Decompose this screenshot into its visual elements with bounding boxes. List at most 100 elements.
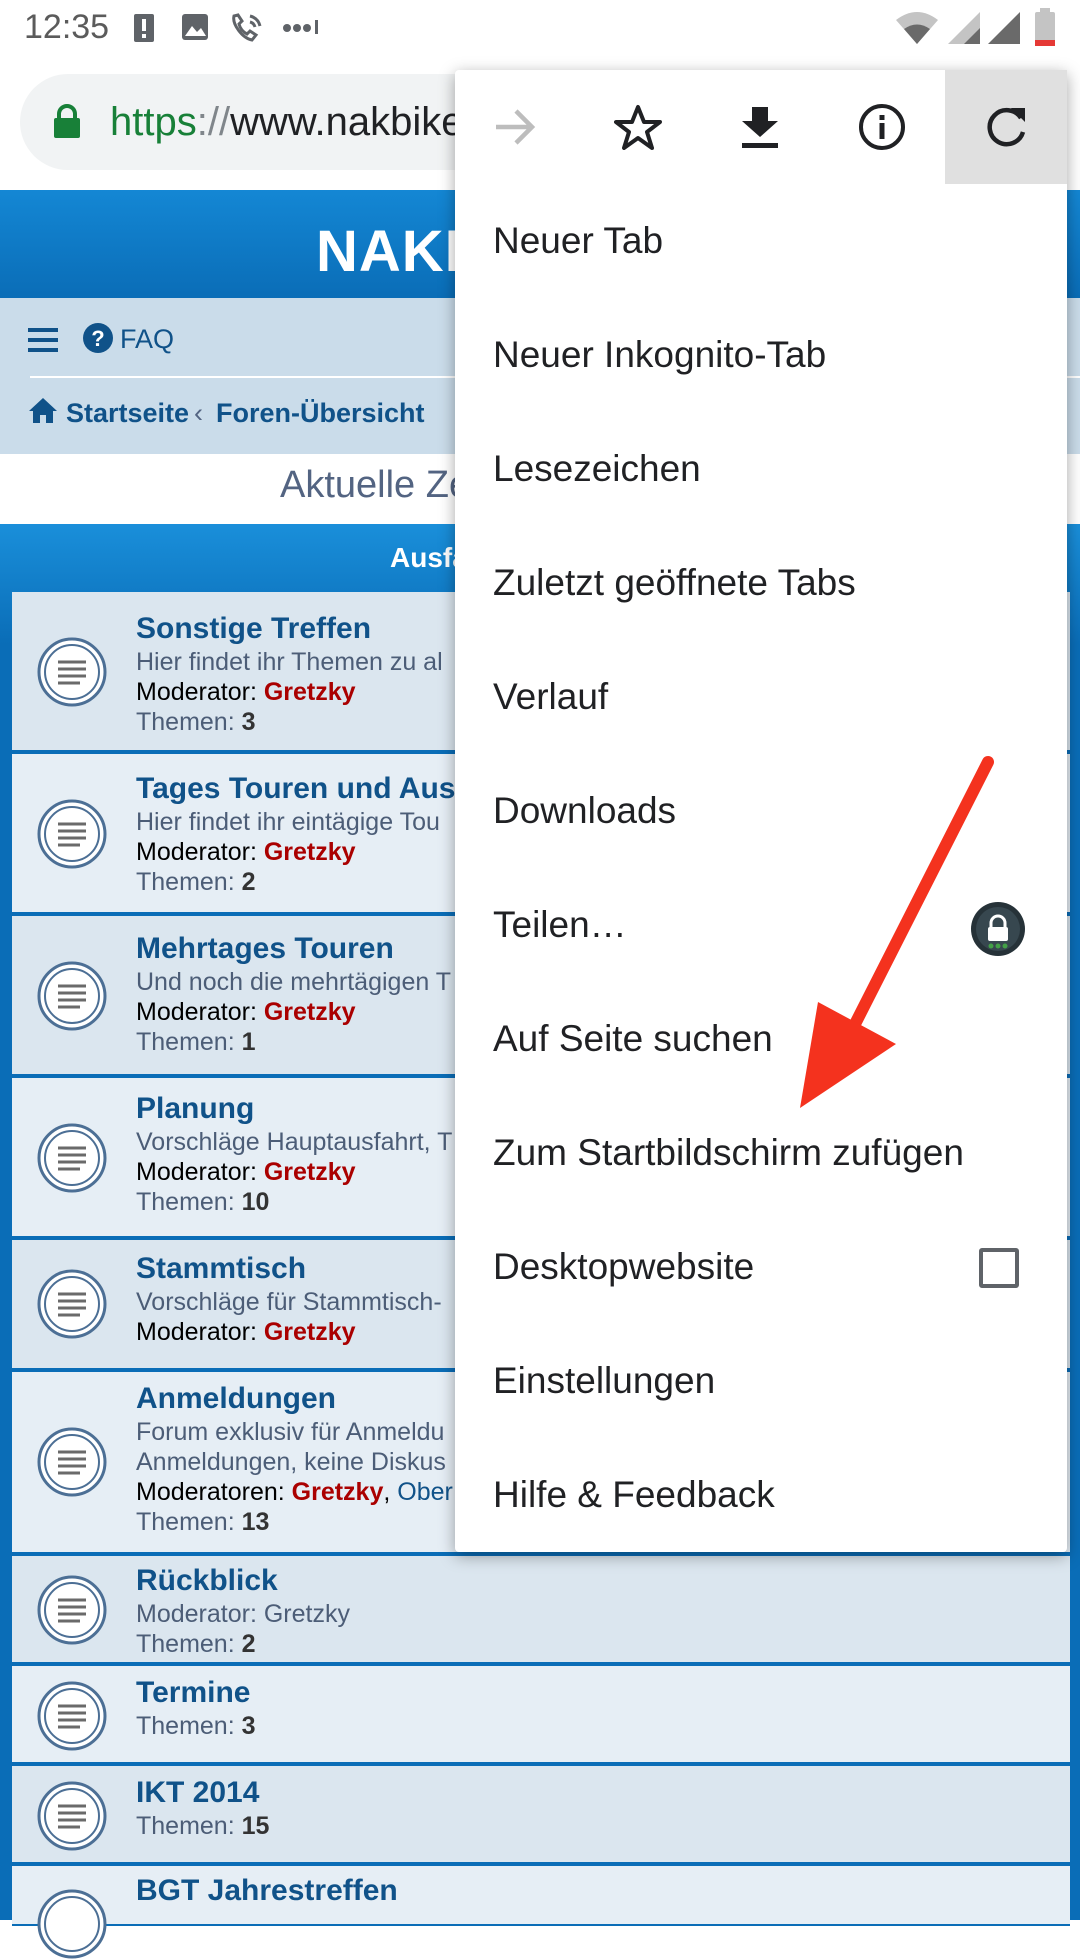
menu-item-help-feedback[interactable]: Hilfe & Feedback [455,1438,1067,1552]
forum-moderator: Moderator: Gretzky [136,838,356,866]
menu-item-label: Hilfe & Feedback [493,1474,775,1515]
more-notifications-icon [283,20,318,34]
forum-moderator: Moderator: Gretzky [136,678,356,706]
menu-item-label: Zuletzt geöffnete Tabs [493,562,856,603]
forum-read-icon [37,1269,107,1339]
forum-read-icon [37,961,107,1031]
menu-item-bookmarks[interactable]: Lesezeichen [455,412,1067,526]
menu-item-history[interactable]: Verlauf [455,640,1067,754]
info-icon [859,104,905,150]
forum-topic-count: Themen: 2 [136,1630,256,1658]
forum-read-icon [37,637,107,707]
menu-item-recent-tabs[interactable]: Zuletzt geöffnete Tabs [455,526,1067,640]
forum-title[interactable]: Sonstige Treffen [136,612,371,646]
signal-icon-2 [988,12,1020,44]
forum-description: Und noch die mehrtägigen T [136,968,452,996]
forum-title[interactable]: Anmeldungen [136,1382,336,1416]
forward-button[interactable] [455,70,577,184]
battery-icon [1035,8,1055,46]
svg-text:?: ? [91,326,104,351]
forum-read-icon [37,1889,107,1959]
menu-item-settings[interactable]: Einstellungen [455,1324,1067,1438]
menu-item-label: Einstellungen [493,1360,716,1401]
status-bar: 12:35 [0,0,1080,56]
wifi-icon [896,12,938,44]
moderator-link[interactable]: Gretzky [264,998,356,1026]
url-scheme: https [110,100,197,144]
menu-item-add-to-home-screen[interactable]: Zum Startbildschirm zufügen [455,1096,1067,1210]
menu-item-new-tab[interactable]: Neuer Tab [455,184,1067,298]
forum-row[interactable]: IKT 2014 Themen: 15 [12,1766,1070,1864]
forum-moderator: Moderatoren: Gretzky, Ober [136,1478,453,1506]
menu-item-label: Desktopwebsite [493,1246,755,1287]
menu-item-label: Teilen… [493,904,627,945]
star-icon [614,105,662,150]
forum-title[interactable]: Rückblick [136,1564,278,1598]
hamburger-menu-icon[interactable] [28,326,60,354]
forum-read-icon [37,1427,107,1497]
forum-title[interactable]: Stammtisch [136,1252,306,1286]
menu-item-label: Auf Seite suchen [493,1018,773,1059]
bookmark-button[interactable] [577,70,699,184]
sim-alert-icon [134,14,154,42]
url-text[interactable]: https://www.nakbike [110,100,464,145]
breadcrumb-separator: ‹ [194,398,203,428]
breadcrumb-current[interactable]: Foren-Übersicht [216,398,425,429]
menu-item-label: Lesezeichen [493,448,701,489]
menu-item-label: Zum Startbildschirm zufügen [493,1132,964,1173]
download-button[interactable] [699,70,821,184]
page-title: Aktuelle Ze [280,464,471,506]
browser-overflow-menu: Neuer Tab Neuer Inkognito-Tab Lesezeiche… [455,70,1067,1552]
signal-icon [948,12,980,44]
status-time: 12:35 [24,8,110,46]
forward-icon [496,109,536,145]
menu-item-downloads[interactable]: Downloads [455,754,1067,868]
breadcrumb-home[interactable]: Startseite [66,398,189,429]
forum-topic-count: Themen: 3 [136,708,256,736]
forum-title[interactable]: Termine [136,1676,250,1710]
menu-item-new-incognito-tab[interactable]: Neuer Inkognito-Tab [455,298,1067,412]
forum-description: Vorschläge Hauptausfahrt, T [136,1128,453,1156]
forum-title[interactable]: BGT Jahrestreffen [136,1874,398,1908]
moderator-link[interactable]: Gretzky [264,838,356,866]
url-separator: :// [196,100,231,144]
forum-topic-count: Themen: 15 [136,1812,270,1840]
forum-title[interactable]: Mehrtages Touren [136,932,394,966]
forum-moderator: Moderator: Gretzky [136,1318,356,1346]
forum-title[interactable]: IKT 2014 [136,1776,259,1810]
lock-icon [54,104,80,138]
forum-row[interactable]: Rückblick Moderator: Gretzky Themen: 2 [12,1556,1070,1664]
forum-row[interactable]: Termine Themen: 3 [12,1666,1070,1764]
forum-row[interactable]: BGT Jahrestreffen [12,1866,1070,1959]
reload-button[interactable] [945,70,1067,184]
share-app-icon [971,902,1025,956]
moderator-link[interactable]: Gretzky [292,1478,384,1506]
forum-topic-count: Themen: 1 [136,1028,256,1056]
moderator-link[interactable]: Gretzky [264,1318,356,1346]
forum-topic-count: Themen: 13 [136,1508,270,1536]
question-circle-icon: ? [83,323,113,353]
home-icon [29,398,57,423]
page-info-button[interactable] [821,70,943,184]
moderator-link-2[interactable]: Ober [397,1478,453,1506]
forum-title[interactable]: Tages Touren und Ausf [136,772,465,806]
desktop-site-checkbox[interactable] [979,1248,1019,1288]
refresh-icon [987,107,1026,147]
forum-description-2: Anmeldungen, keine Diskus [136,1448,446,1476]
menu-item-label: Verlauf [493,676,609,717]
moderator-link[interactable]: Gretzky [264,1158,356,1186]
forum-read-icon [37,1681,107,1751]
moderator-link[interactable]: Gretzky [264,678,356,706]
faq-link[interactable]: FAQ [120,324,174,355]
menu-item-label: Neuer Inkognito-Tab [493,334,827,375]
download-icon [742,107,778,148]
forum-title[interactable]: Planung [136,1092,254,1126]
forum-topic-count: Themen: 10 [136,1188,270,1216]
forum-read-icon [37,1575,107,1645]
menu-item-desktop-site[interactable]: Desktopwebsite [455,1210,1067,1324]
forum-moderator: Moderator: Gretzky [136,998,356,1026]
menu-item-label: Neuer Tab [493,220,664,261]
menu-item-label: Downloads [493,790,677,831]
menu-item-find-in-page[interactable]: Auf Seite suchen [455,982,1067,1096]
menu-item-share[interactable]: Teilen… [455,868,1067,982]
